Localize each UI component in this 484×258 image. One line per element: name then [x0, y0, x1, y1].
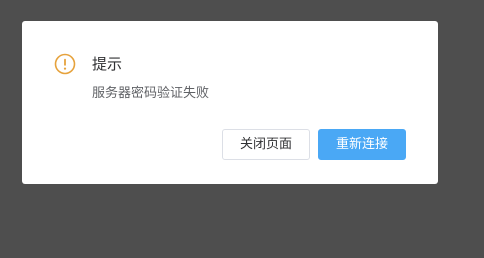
message-box-dialog: 提示 服务器密码验证失败 关闭页面 重新连接 — [22, 21, 438, 184]
warning-circle-icon — [54, 53, 76, 75]
reconnect-button[interactable]: 重新连接 — [318, 129, 406, 160]
close-page-button[interactable]: 关闭页面 — [222, 129, 310, 160]
dialog-title: 提示 — [92, 55, 123, 73]
dialog-message: 服务器密码验证失败 — [92, 86, 210, 101]
